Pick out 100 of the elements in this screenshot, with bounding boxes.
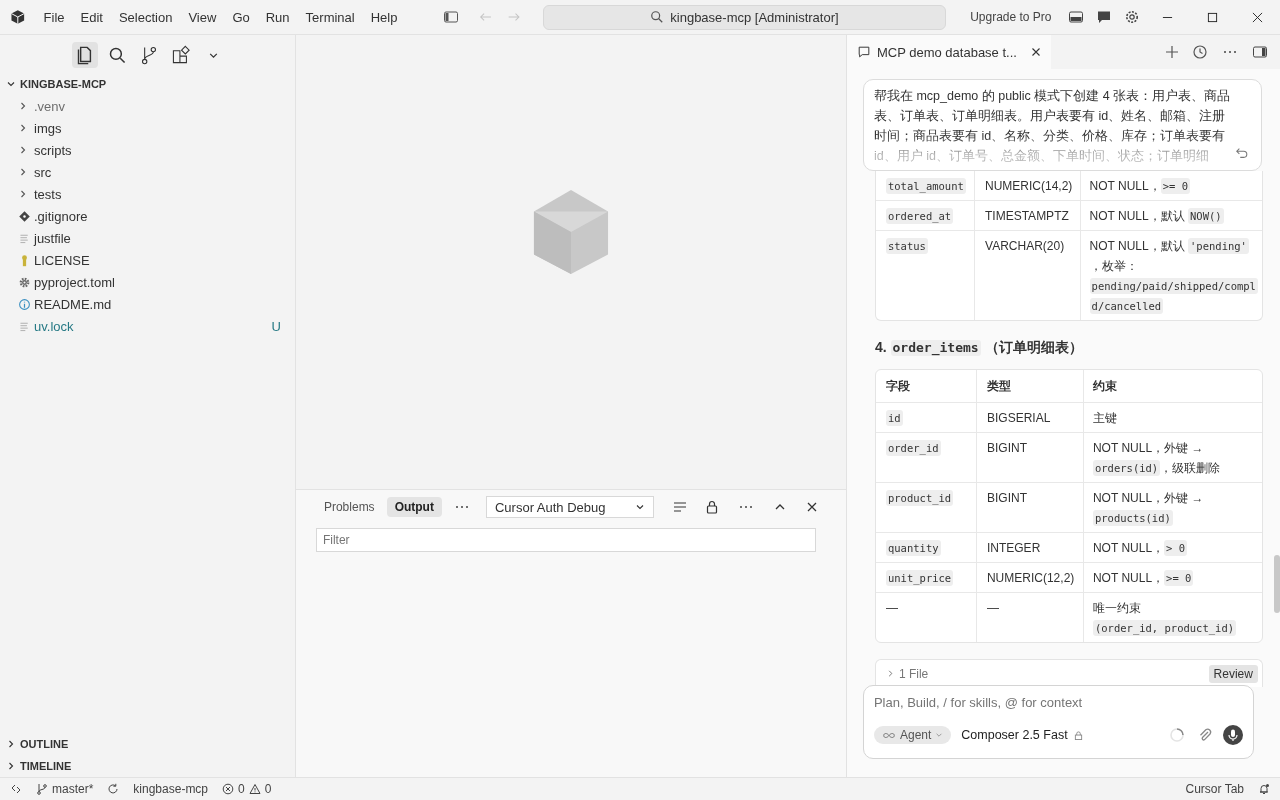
table-cell: NOT NULL，外键 → orders(id) ，级联删除	[1083, 433, 1262, 483]
menu-item[interactable]: Help	[362, 9, 406, 25]
table-cell: NOT NULL，外键 → products(id)	[1083, 483, 1262, 533]
panel-tab[interactable]: Problems	[315, 497, 383, 517]
user-message[interactable]: 帮我在 mcp_demo 的 public 模式下创建 4 张表：用户表、商品表、订单表、订单明细表。用户表要有 id、姓名、邮箱、注册时间；商品表要有 id、名称、分类、价格、库存；订单表要有 id、用户 id、订单号、总金额、下单时间、状态；订单明细	[862, 79, 1262, 171]
undo-icon[interactable]	[1235, 146, 1249, 160]
cube-logo-icon	[531, 188, 610, 276]
menu-item[interactable]: Terminal	[297, 9, 363, 25]
error-count[interactable]: 0	[238, 782, 245, 796]
more-icon[interactable]	[737, 505, 754, 509]
menu-item[interactable]: File	[35, 9, 73, 25]
table-cell-text: NOT NULL，默认 'pending' ，枚举： pending/paid/shipped/compl d/cancelled	[1088, 237, 1259, 316]
close-icon[interactable]	[1030, 47, 1041, 57]
chevron-down-icon	[6, 79, 16, 89]
table-cell: NOT NULL， >= 0	[1080, 171, 1262, 201]
history-icon[interactable]	[1192, 44, 1208, 60]
bell-icon[interactable]	[1258, 783, 1270, 795]
table-cell: status	[875, 231, 975, 320]
upgrade-link[interactable]: Upgrade to Pro	[970, 10, 1052, 24]
spinner-icon	[1169, 727, 1185, 743]
review-button[interactable]: Review	[1208, 664, 1258, 683]
files-count[interactable]: 1 File	[898, 666, 929, 681]
search-icon	[650, 10, 665, 24]
branch-name[interactable]: master*	[52, 782, 94, 796]
cursor-tab-status[interactable]: Cursor Tab	[1185, 782, 1244, 796]
menu-item[interactable]: View	[180, 9, 225, 25]
table-cell: BIGINT	[976, 483, 1084, 533]
paperclip-icon[interactable]	[1197, 727, 1213, 743]
chevron-right-icon	[18, 145, 28, 155]
warning-count[interactable]: 0	[264, 782, 272, 796]
file-tree-item[interactable]: imgs	[0, 117, 295, 139]
chat-bubble-icon	[856, 45, 871, 59]
collapsed-section[interactable]: OUTLINE	[0, 733, 295, 755]
folder-header[interactable]: KINGBASE-MCP	[0, 73, 295, 95]
table-cell: quantity	[875, 533, 977, 563]
column-header: 约束	[1083, 370, 1262, 403]
settings-icon[interactable]	[1123, 9, 1140, 25]
menu-item[interactable]: Run	[257, 9, 298, 25]
table-cell: NOT NULL， > 0	[1083, 533, 1262, 563]
more-icon[interactable]	[453, 505, 470, 509]
chevron-right-icon	[18, 101, 28, 111]
menu-item[interactable]: Edit	[72, 9, 111, 25]
gear-icon	[18, 275, 31, 289]
collapsed-section[interactable]: TIMELINE	[0, 755, 295, 777]
table-cell: total_amount	[875, 171, 975, 201]
model-selector[interactable]: Composer 2.5 Fast	[961, 728, 1068, 742]
diamond-icon	[18, 209, 31, 223]
file-tree-item[interactable]: .venv	[0, 95, 295, 117]
file-tree-item[interactable]: uv.lock U	[0, 315, 295, 337]
list-icon[interactable]	[671, 499, 688, 515]
sync-icon[interactable]	[107, 783, 120, 795]
chevron-down-icon	[935, 731, 944, 739]
table-cell: order_id	[875, 433, 977, 483]
plus-icon[interactable]	[1164, 44, 1180, 60]
file-tree-item[interactable]: scripts	[0, 139, 295, 161]
chat-icon[interactable]	[1095, 9, 1112, 25]
sidebar-toggle-icon[interactable]	[443, 9, 460, 25]
column-header: 类型	[976, 370, 1084, 403]
branch-icon	[36, 783, 48, 795]
file-tree-item[interactable]: pyproject.toml	[0, 271, 295, 293]
file-tree-item[interactable]: README.md	[0, 293, 295, 315]
table-cell: TIMESTAMPTZ	[975, 201, 1081, 231]
files-icon[interactable]	[72, 42, 98, 68]
file-tree-item[interactable]: .gitignore	[0, 205, 295, 227]
table-cell: VARCHAR(20)	[975, 231, 1081, 320]
scrollbar-thumb[interactable]	[1274, 555, 1280, 613]
project-name[interactable]: kingbase-mcp	[133, 782, 209, 796]
chevron-right-icon	[18, 189, 28, 199]
file-tree-item[interactable]: src	[0, 161, 295, 183]
microphone-icon[interactable]	[1223, 725, 1243, 745]
prompt-field[interactable]: Plan, Build, / for skills, @ for context Agent Composer 2.5 Fast	[862, 685, 1254, 759]
table-cell: NOT NULL，默认 NOW()	[1080, 201, 1262, 231]
table-cell: unit_price	[875, 563, 977, 593]
table-cell: —	[875, 593, 977, 642]
table-cell: id	[875, 403, 977, 433]
file-tree-item[interactable]: justfile	[0, 227, 295, 249]
chat-tab[interactable]: MCP demo database t...	[846, 35, 1051, 69]
table-cell: INTEGER	[976, 533, 1084, 563]
command-search-field[interactable]: kingbase-mcp [Administrator]	[542, 4, 947, 30]
panel-toggle-icon[interactable]	[1067, 9, 1084, 25]
table-cell-text: 唯一约束 (order_id, product_id)	[1091, 600, 1238, 638]
more-icon[interactable]	[1222, 50, 1238, 54]
menu-item[interactable]: Go	[224, 9, 258, 25]
file-tree-item[interactable]: LICENSE	[0, 249, 295, 271]
table-cell: ordered_at	[875, 201, 975, 231]
remote-icon[interactable]	[10, 783, 22, 795]
panel-tab[interactable]: Output	[386, 497, 442, 517]
table-cell: NUMERIC(14,2)	[975, 171, 1081, 201]
infinity-icon	[881, 731, 896, 739]
chevron-right-icon	[6, 739, 16, 749]
menu-item[interactable]: Selection	[110, 9, 181, 25]
output-channel-dropdown[interactable]: Cursor Auth Debug	[485, 496, 654, 518]
file-tree-item[interactable]: tests	[0, 183, 295, 205]
mode-dropdown[interactable]: Agent	[873, 726, 952, 744]
tab-title: MCP demo database t...	[876, 44, 1017, 60]
table-cell: BIGSERIAL	[976, 403, 1084, 433]
side-panel-icon[interactable]	[1252, 44, 1268, 60]
lock-icon	[1073, 730, 1083, 740]
filter-field[interactable]: Filter	[315, 528, 816, 552]
table-cell: 主键	[1083, 403, 1262, 433]
